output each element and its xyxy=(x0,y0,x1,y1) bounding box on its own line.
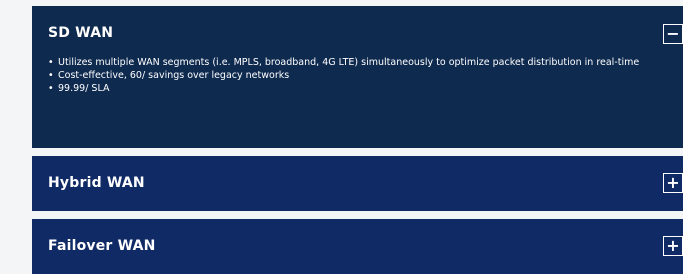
accordion-item-title[interactable]: Failover WAN xyxy=(48,238,156,254)
divider xyxy=(32,148,683,156)
accordion-item-title[interactable]: SD WAN xyxy=(48,25,113,41)
feature-list: Utilizes multiple WAN segments (i.e. MPL… xyxy=(48,56,648,95)
feature-list-item: 99.99/ SLA xyxy=(48,82,648,95)
accordion-item-hybrid-wan[interactable]: Hybrid WAN + xyxy=(32,156,683,211)
collapse-toggle-button[interactable]: − xyxy=(663,24,683,44)
accordion-item-failover-wan[interactable]: Failover WAN + xyxy=(32,219,683,274)
plus-icon: + xyxy=(666,172,680,192)
expand-toggle-button[interactable]: + xyxy=(663,236,683,256)
accordion-item-sd-wan: SD WAN − Utilizes multiple WAN segments … xyxy=(32,6,683,148)
expand-toggle-button[interactable]: + xyxy=(663,173,683,193)
minus-icon: − xyxy=(666,23,680,43)
plus-icon: + xyxy=(666,235,680,255)
feature-list-item: Utilizes multiple WAN segments (i.e. MPL… xyxy=(48,56,648,69)
divider xyxy=(32,211,683,219)
accordion-item-title[interactable]: Hybrid WAN xyxy=(48,175,145,191)
accordion: SD WAN − Utilizes multiple WAN segments … xyxy=(32,6,683,274)
feature-list-item: Cost-effective, 60/ savings over legacy … xyxy=(48,69,648,82)
